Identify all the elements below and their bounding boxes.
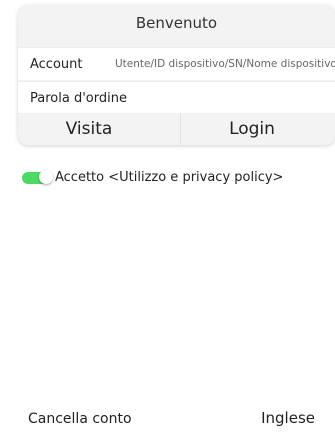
panel-title: Benvenuto bbox=[135, 14, 218, 32]
agreement-toggle[interactable] bbox=[22, 170, 53, 184]
language-selector[interactable]: Inglese bbox=[261, 409, 315, 427]
login-button[interactable]: Login bbox=[181, 113, 335, 145]
action-buttons: Visita Login bbox=[18, 113, 335, 145]
password-input[interactable] bbox=[138, 86, 328, 110]
password-row: Parola d'ordine bbox=[18, 81, 335, 113]
visit-button[interactable]: Visita bbox=[18, 113, 181, 145]
agreement-text[interactable]: Accetto <Utilizzo e privacy policy> bbox=[55, 170, 283, 185]
agreement-row: Accetto <Utilizzo e privacy policy> bbox=[22, 168, 283, 186]
cancel-account-link[interactable]: Cancella conto bbox=[28, 411, 132, 427]
toggle-knob bbox=[39, 170, 53, 184]
account-input[interactable] bbox=[115, 52, 335, 76]
account-label: Account bbox=[30, 57, 83, 72]
login-panel: Benvenuto Account Parola d'ordine Visita… bbox=[18, 5, 335, 145]
account-row: Account bbox=[18, 47, 335, 80]
password-label: Parola d'ordine bbox=[30, 91, 127, 106]
